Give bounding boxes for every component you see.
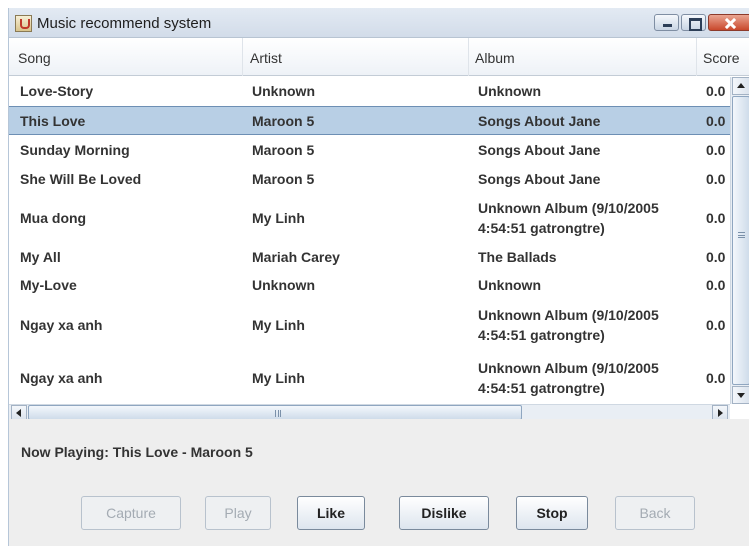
score-cell: 0.0: [706, 141, 726, 158]
song-cell: Ngay xa anh: [20, 317, 103, 333]
table-row[interactable]: This Love Maroon 5 Songs About Jane 0.0: [9, 106, 730, 135]
album-cell: Unknown Album (9/10/2005 4:54:51 gatrong…: [478, 359, 659, 396]
song-cell: Love-Story: [20, 83, 94, 99]
song-cell: She Will Be Loved: [20, 170, 142, 187]
artist-cell: Unknown: [252, 83, 315, 99]
song-cell: Sunday Morning: [20, 141, 130, 158]
song-cell: Ngay xa anh: [20, 369, 103, 386]
score-cell: 0.0: [706, 170, 726, 187]
like-button[interactable]: Like: [297, 496, 365, 530]
column-header-song[interactable]: Song: [9, 38, 243, 76]
scroll-up-arrow-icon[interactable]: [732, 77, 749, 95]
score-cell: 0.0: [706, 277, 726, 293]
scroll-right-arrow-icon[interactable]: [712, 405, 728, 419]
scroll-down-arrow-icon[interactable]: [732, 386, 749, 404]
column-header-artist[interactable]: Artist: [243, 38, 469, 76]
back-button[interactable]: Back: [615, 496, 695, 530]
java-app-icon: [15, 15, 32, 32]
table-row[interactable]: Love-Story Unknown Unknown 0.0: [9, 77, 730, 105]
album-cell: Unknown: [478, 83, 541, 99]
title-bar[interactable]: Music recommend system: [9, 8, 749, 38]
horizontal-scrollbar[interactable]: [9, 404, 730, 419]
song-table: Song Artist Album Score Love-Story Unknow…: [9, 38, 749, 419]
column-header-album[interactable]: Album: [469, 38, 697, 76]
score-cell: 0.0: [706, 83, 726, 99]
album-cell: Songs About Jane: [478, 112, 601, 129]
artist-cell: My Linh: [252, 210, 305, 226]
table-header: Song Artist Album Score: [9, 38, 749, 76]
capture-button[interactable]: Capture: [81, 496, 181, 530]
grip-icon: [738, 232, 745, 238]
column-header-score[interactable]: Score: [697, 38, 749, 76]
score-cell: 0.0: [706, 369, 726, 386]
score-cell: 0.0: [706, 317, 726, 333]
artist-cell: Unknown: [252, 277, 315, 293]
vertical-scroll-thumb[interactable]: [732, 96, 749, 385]
app-window: Music recommend system Song Artist Album…: [8, 8, 749, 546]
grip-icon: [275, 410, 281, 417]
song-cell: Mua dong: [20, 210, 87, 226]
dislike-button[interactable]: Dislike: [399, 496, 489, 530]
artist-cell: Maroon 5: [252, 141, 315, 158]
album-cell: Unknown Album (9/10/2005 4:54:51 gatrong…: [478, 307, 659, 343]
horizontal-scroll-thumb[interactable]: [28, 405, 522, 419]
album-cell: The Ballads: [478, 249, 557, 265]
album-cell: Unknown Album (9/10/2005 4:54:51 gatrong…: [478, 200, 659, 236]
minimize-button[interactable]: [654, 14, 679, 31]
close-button[interactable]: [708, 14, 749, 31]
score-cell: 0.0: [706, 249, 726, 265]
vertical-scrollbar[interactable]: [730, 77, 749, 404]
album-cell: Songs About Jane: [478, 141, 601, 158]
table-row[interactable]: Mua dong My Linh Unknown Album (9/10/2005 …: [9, 193, 730, 243]
maximize-button[interactable]: [681, 14, 706, 31]
table-row[interactable]: Ngay xa anh My Linh Unknown Album (9/10/20…: [9, 351, 730, 404]
artist-cell: Mariah Carey: [252, 249, 340, 265]
song-cell: This Love: [20, 112, 86, 129]
song-cell: My All: [20, 249, 61, 265]
artist-cell: My Linh: [252, 369, 305, 386]
table-row[interactable]: My All Mariah Carey The Ballads 0.0: [9, 243, 730, 271]
play-button[interactable]: Play: [205, 496, 271, 530]
table-row[interactable]: Ngay xa anh My Linh Unknown Album (9/10/20…: [9, 299, 730, 351]
artist-cell: Maroon 5: [252, 112, 315, 129]
score-cell: 0.0: [706, 210, 726, 226]
score-cell: 0.0: [706, 112, 726, 129]
window-title: Music recommend system: [37, 15, 212, 32]
album-cell: Unknown: [478, 277, 541, 293]
album-cell: Songs About Jane: [478, 170, 601, 187]
scroll-left-arrow-icon[interactable]: [11, 405, 27, 419]
artist-cell: My Linh: [252, 317, 305, 333]
song-cell: My-Love: [20, 277, 77, 293]
artist-cell: Maroon 5: [252, 170, 315, 187]
table-row[interactable]: She Will Be Loved Maroon 5 Songs About Jan…: [9, 164, 730, 193]
table-row[interactable]: My-Love Unknown Unknown 0.0: [9, 271, 730, 299]
now-playing-label: Now Playing: This Love - Maroon 5: [21, 444, 253, 460]
stop-button[interactable]: Stop: [516, 496, 588, 530]
table-row[interactable]: Sunday Morning Maroon 5 Songs About Jane 0.…: [9, 135, 730, 164]
